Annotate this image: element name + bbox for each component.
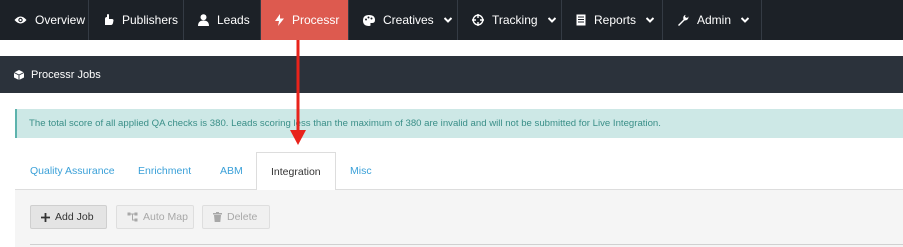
qa-score-alert: The total score of all applied QA checks… xyxy=(15,109,903,138)
nav-processr[interactable]: Processr xyxy=(261,0,349,40)
nav-processr-label: Processr xyxy=(292,13,340,27)
nav-publishers-label: Publishers xyxy=(122,13,179,27)
tab-enrichment[interactable]: Enrichment xyxy=(138,152,191,190)
nav-tracking-label: Tracking xyxy=(492,13,538,27)
crosshair-icon xyxy=(472,14,484,26)
nav-publishers[interactable]: Publishers xyxy=(89,0,184,40)
nav-reports-label: Reports xyxy=(594,13,637,27)
user-icon xyxy=(198,14,209,26)
nav-leads[interactable]: Leads xyxy=(184,0,261,40)
page-header: Processr Jobs xyxy=(0,56,903,93)
nav-reports[interactable]: Reports xyxy=(562,0,663,40)
tab-quality-assurance[interactable]: Quality Assurance xyxy=(30,152,115,190)
tab-abm[interactable]: ABM xyxy=(220,152,243,190)
chevron-down-icon xyxy=(646,17,655,23)
nav-admin-label: Admin xyxy=(697,13,732,27)
nav-overview[interactable]: Overview xyxy=(0,0,89,40)
document-icon xyxy=(576,14,586,26)
auto-map-button[interactable]: Auto Map xyxy=(116,205,194,229)
table-top-border xyxy=(30,244,903,245)
trash-icon xyxy=(213,212,222,222)
eye-icon xyxy=(14,15,27,25)
nav-overview-label: Overview xyxy=(35,13,86,27)
tab-misc[interactable]: Misc xyxy=(350,152,372,190)
top-navigation: Overview Publishers Leads Processr Creat… xyxy=(0,0,903,40)
palette-icon xyxy=(363,14,375,26)
add-job-button[interactable]: Add Job xyxy=(30,205,107,229)
hand-icon xyxy=(103,14,114,26)
jobs-toolbar: Add Job Auto Map Delete xyxy=(15,190,903,247)
nav-tracking[interactable]: Tracking xyxy=(458,0,562,40)
bolt-icon xyxy=(275,14,284,26)
chevron-down-icon xyxy=(443,17,452,23)
wrench-icon xyxy=(677,14,689,26)
delete-button[interactable]: Delete xyxy=(202,205,270,229)
nav-creatives-label: Creatives xyxy=(383,13,434,27)
delete-label: Delete xyxy=(227,211,258,223)
chevron-down-icon xyxy=(547,17,556,23)
tab-integration[interactable]: Integration xyxy=(256,152,336,191)
page-title: Processr Jobs xyxy=(31,68,101,81)
nav-leads-label: Leads xyxy=(217,13,250,27)
job-tabs: Quality Assurance Enrichment ABM Integra… xyxy=(15,152,903,191)
plus-icon xyxy=(41,212,50,222)
add-job-label: Add Job xyxy=(55,211,94,223)
cubes-icon xyxy=(14,69,24,80)
sitemap-icon xyxy=(127,212,138,222)
nav-admin[interactable]: Admin xyxy=(663,0,762,40)
nav-creatives[interactable]: Creatives xyxy=(349,0,458,40)
auto-map-label: Auto Map xyxy=(143,211,188,223)
chevron-down-icon xyxy=(741,17,750,23)
alert-text: The total score of all applied QA checks… xyxy=(29,118,661,129)
